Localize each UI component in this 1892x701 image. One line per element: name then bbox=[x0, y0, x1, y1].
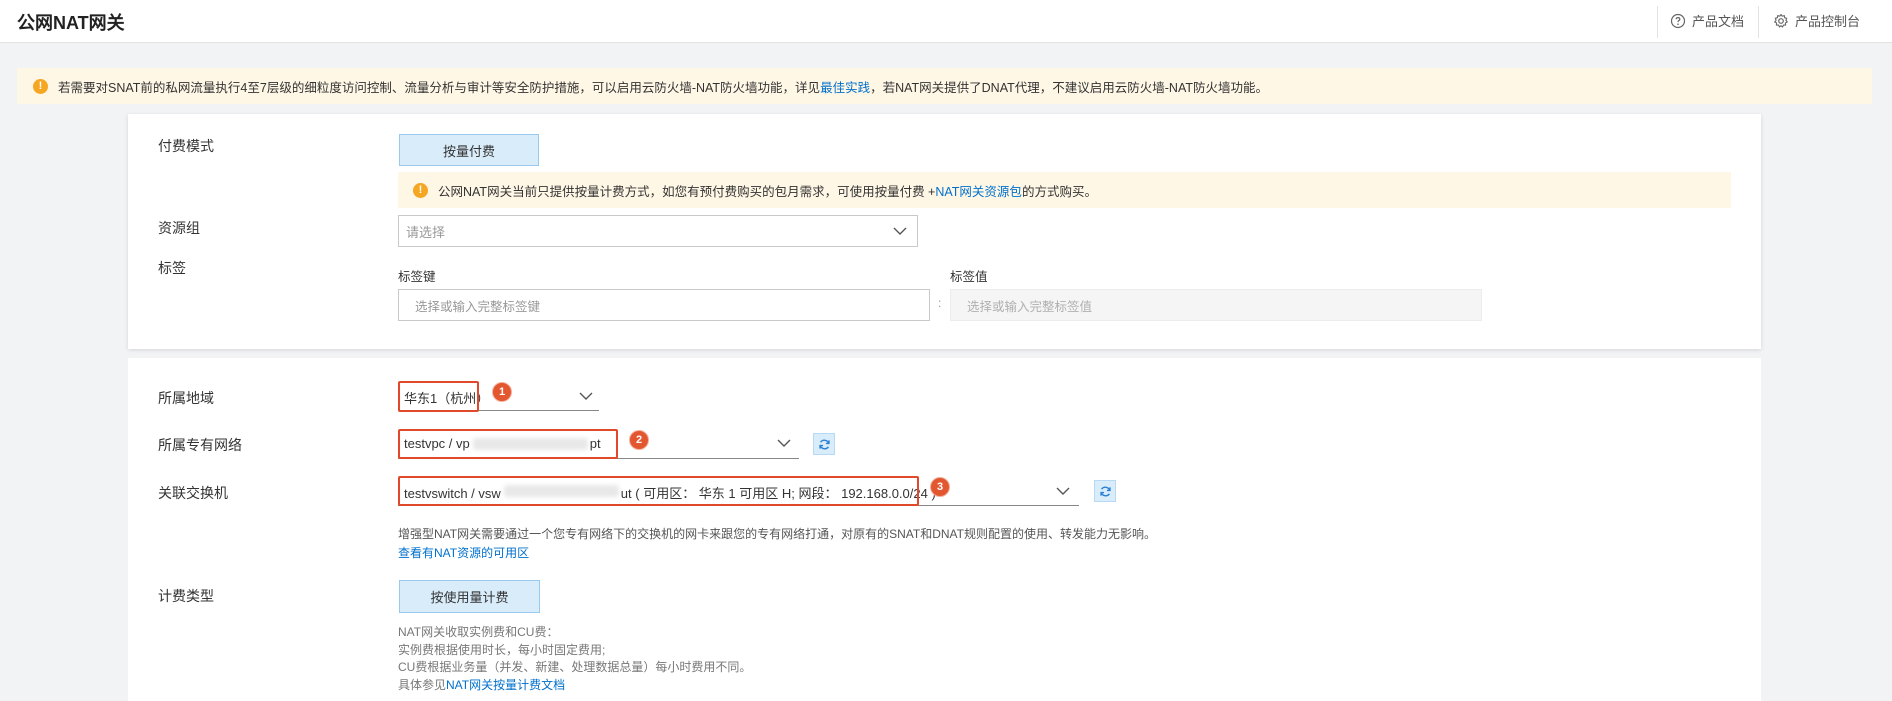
tag-value-label: 标签值 bbox=[950, 270, 988, 284]
product-console-link[interactable]: 产品控制台 bbox=[1773, 11, 1860, 30]
usage-based-option[interactable]: 按使用量计费 bbox=[399, 580, 540, 613]
divider bbox=[1758, 6, 1759, 38]
tag-key-input[interactable]: 选择或输入完整标签键 bbox=[398, 289, 930, 321]
product-doc-label: 产品文档 bbox=[1692, 14, 1745, 29]
billing-doc-link[interactable]: NAT网关按量计费文档 bbox=[446, 678, 565, 692]
billing-info-text-tail: 的方式购买。 bbox=[1021, 184, 1097, 199]
best-practice-link[interactable]: 最佳实践 bbox=[820, 77, 870, 96]
vswitch-help-text: 增强型NAT网关需要通过一个您专有网络下的交换机的网卡来跟您的专有网络打通，对原… bbox=[398, 527, 1157, 541]
product-doc-link[interactable]: 产品文档 bbox=[1670, 11, 1744, 30]
step-marker-1: 1 bbox=[492, 382, 512, 402]
refresh-icon bbox=[818, 439, 830, 449]
vpc-label: 所属专有网络 bbox=[158, 437, 242, 453]
gear-icon bbox=[1774, 13, 1788, 28]
notice-text-tail: ，若NAT网关提供了DNAT代理，不建议启用云防火墙-NAT防火墙功能。 bbox=[870, 80, 1268, 95]
page-title: 公网NAT网关 bbox=[17, 13, 125, 33]
nat-resource-package-link[interactable]: NAT网关资源包 bbox=[935, 181, 1022, 200]
tag-key-placeholder: 选择或输入完整标签键 bbox=[415, 299, 541, 314]
chevron-down-icon bbox=[1056, 487, 1070, 495]
highlight-box bbox=[398, 476, 919, 506]
billing-desc-line: CU费根据业务量（并发、新建、处理数据总量）每小时费用不同。 bbox=[398, 660, 752, 674]
step-marker-3: 3 bbox=[930, 477, 950, 497]
tag-key-label: 标签键 bbox=[398, 270, 436, 284]
billing-desc-line: 具体参见NAT网关按量计费文档 bbox=[398, 677, 751, 695]
resource-group-placeholder: 请选择 bbox=[406, 224, 446, 240]
nat-zones-link[interactable]: 查看有NAT资源的可用区 bbox=[398, 544, 529, 561]
resource-group-select[interactable]: 请选择 bbox=[398, 215, 918, 247]
step-marker-2: 2 bbox=[629, 430, 649, 450]
billing-type-label: 计费类型 bbox=[158, 588, 214, 604]
vswitch-refresh-button[interactable] bbox=[1094, 480, 1116, 502]
chevron-down-icon bbox=[579, 392, 593, 400]
help-circle-icon bbox=[1670, 13, 1686, 28]
billing-type-description: NAT网关收取实例费和CU费： 实例费根据使用时长，每小时固定费用; CU费根据… bbox=[398, 624, 751, 694]
warning-icon: ! bbox=[33, 78, 48, 94]
billing-desc-prefix: 具体参见 bbox=[398, 677, 447, 692]
tag-separator: : bbox=[938, 296, 942, 310]
firewall-notice: ! 若需要对SNAT前的私网流量执行4至7层级的细粒度访问控制、流量分析与审计等… bbox=[17, 68, 1872, 104]
highlight-box bbox=[398, 381, 479, 412]
billing-desc-line: NAT网关收取实例费和CU费： bbox=[398, 625, 559, 639]
billing-info-text: 公网NAT网关当前只提供按量计费方式，如您有预付费购买的包月需求，可使用按量付费… bbox=[438, 184, 936, 199]
highlight-box bbox=[398, 429, 618, 459]
resource-group-label: 资源组 bbox=[158, 220, 200, 236]
chevron-down-icon bbox=[777, 439, 791, 447]
pay-as-you-go-option[interactable]: 按量付费 bbox=[399, 134, 539, 166]
divider bbox=[1657, 6, 1658, 38]
tags-label: 标签 bbox=[158, 260, 186, 276]
warning-icon: ! bbox=[413, 182, 428, 198]
region-label: 所属地域 bbox=[158, 390, 214, 406]
billing-mode-label: 付费模式 bbox=[158, 138, 214, 154]
basic-config-card: 付费模式 按量付费 ! 公网NAT网关当前只提供按量计费方式，如您有预付费购买的… bbox=[128, 114, 1761, 349]
chevron-down-icon bbox=[893, 227, 907, 235]
vpc-refresh-button[interactable] bbox=[813, 433, 835, 455]
tag-value-input[interactable]: 选择或输入完整标签值 bbox=[950, 289, 1482, 321]
network-config-card: 所属地域 华东1（杭州） 1 所属专有网络 testvpc / vp pt 2 关… bbox=[128, 358, 1761, 701]
notice-text: 若需要对SNAT前的私网流量执行4至7层级的细粒度访问控制、流量分析与审计等安全… bbox=[58, 80, 821, 95]
billing-info-box: ! 公网NAT网关当前只提供按量计费方式，如您有预付费购买的包月需求，可使用按量… bbox=[398, 172, 1731, 208]
billing-desc-line: 实例费根据使用时长，每小时固定费用; bbox=[398, 642, 606, 657]
top-bar: 公网NAT网关 产品文档 产品控制台 bbox=[0, 0, 1892, 43]
refresh-icon bbox=[1099, 486, 1111, 496]
vswitch-label: 关联交换机 bbox=[158, 485, 228, 501]
tag-value-placeholder: 选择或输入完整标签值 bbox=[967, 299, 1093, 314]
product-console-label: 产品控制台 bbox=[1795, 14, 1861, 29]
